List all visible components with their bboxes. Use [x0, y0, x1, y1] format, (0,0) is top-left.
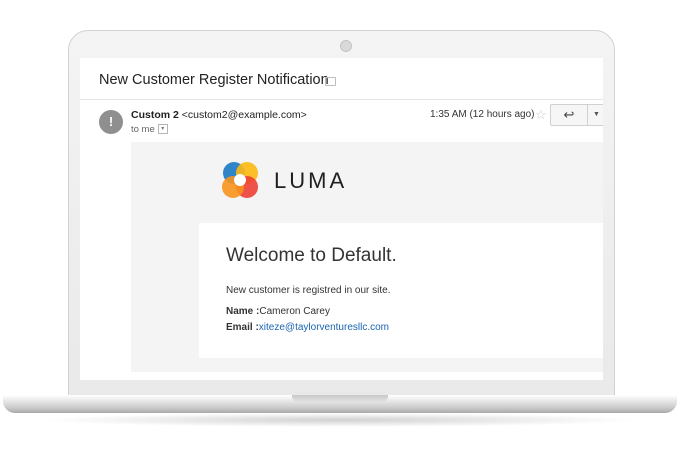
sender-line: Custom 2 <custom2@example.com>: [131, 109, 307, 121]
name-label: Name :: [226, 306, 260, 317]
message-card: Welcome to Default. New customer is regi…: [199, 223, 603, 358]
name-value: Cameron Carey: [259, 306, 330, 317]
star-icon[interactable]: ☆: [535, 107, 547, 123]
subject-row: New Customer Register Notification: [80, 58, 603, 100]
email-subject: New Customer Register Notification: [99, 72, 329, 88]
email-link[interactable]: xiteze@taylorventuresllc.com: [259, 322, 389, 333]
exclamation-icon: !: [108, 114, 114, 129]
welcome-heading: Welcome to Default.: [226, 245, 397, 266]
message-text: New customer is registred in our site.: [226, 285, 391, 296]
email-label: Email :: [226, 322, 259, 333]
label-icon[interactable]: [325, 77, 336, 86]
dropdown-caret-icon: ▼: [593, 111, 600, 118]
email-screen: New Customer Register Notification ! Cus…: [80, 58, 603, 380]
customer-name-row: Name :Cameron Carey: [226, 306, 330, 317]
sender-email: <custom2@example.com>: [181, 109, 307, 121]
logo-wordmark: LUMA: [274, 168, 348, 193]
show-details-icon[interactable]: ▾: [157, 124, 168, 135]
reply-icon: ↩: [563, 107, 575, 122]
email-timestamp: 1:35 AM (12 hours ago): [430, 109, 535, 120]
laptop-base-notch: [292, 395, 388, 402]
camera-icon: [340, 40, 352, 52]
sender-avatar: !: [99, 110, 123, 134]
recipient-line: to me ▾: [131, 124, 168, 135]
sender-name[interactable]: Custom 2: [131, 109, 179, 121]
reply-button[interactable]: ↩: [550, 104, 588, 126]
customer-email-row: Email :xiteze@taylorventuresllc.com: [226, 322, 389, 333]
laptop-shadow: [40, 413, 640, 427]
recipient-text: to me: [131, 124, 155, 135]
luma-logo-icon: [222, 162, 258, 198]
more-options-button[interactable]: ▼: [588, 104, 603, 126]
email-body: LUMA Welcome to Default. New customer is…: [131, 142, 603, 372]
